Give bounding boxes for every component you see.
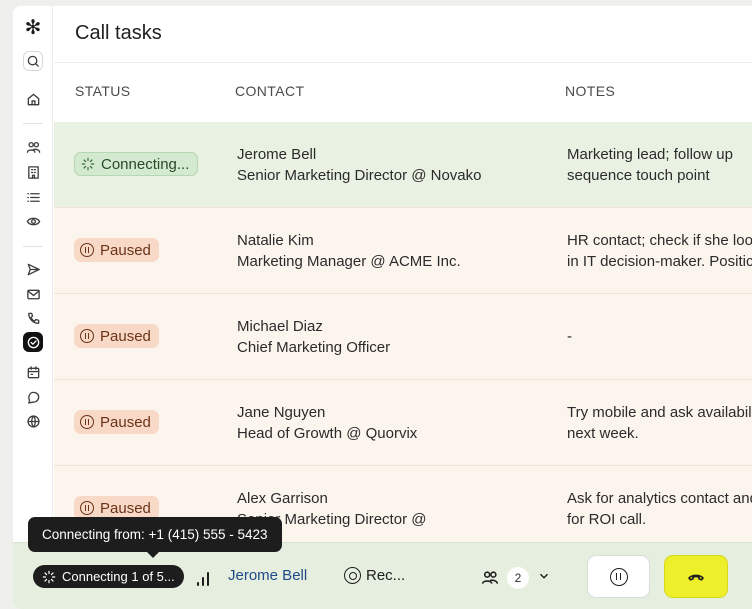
notes-line: Try mobile and ask availabilit <box>567 404 752 421</box>
notes-line: HR contact; check if she loo <box>567 232 752 249</box>
status-badge: Paused <box>74 410 159 434</box>
active-caller-name[interactable]: Jerome Bell <box>228 567 307 584</box>
status-label: Connecting... <box>101 155 190 173</box>
record-label: Rec... <box>366 567 406 584</box>
pause-call-button[interactable] <box>587 555 650 598</box>
contact-name[interactable]: Natalie Kim <box>237 230 461 251</box>
notes-cell: Ask for analytics contact and for ROI ca… <box>567 488 752 530</box>
contact-cell: Jerome Bell Senior Marketing Director @ … <box>237 144 481 186</box>
pause-icon <box>80 329 94 343</box>
pause-icon <box>80 415 94 429</box>
participants-icon <box>481 571 499 584</box>
status-label: Paused <box>100 413 151 431</box>
participants-dropdown[interactable]: 2 <box>481 567 551 589</box>
chevron-down-icon <box>537 569 551 588</box>
chat-icon[interactable] <box>21 386 45 408</box>
search-icon[interactable] <box>23 51 43 71</box>
globe-icon[interactable] <box>21 410 45 432</box>
calendar-icon[interactable] <box>21 361 45 383</box>
loading-spinner-icon <box>81 157 95 171</box>
mail-icon[interactable] <box>21 283 45 305</box>
pause-icon <box>80 243 94 257</box>
sidebar-divider <box>23 123 43 124</box>
table-row[interactable]: Connecting... Jerome Bell Senior Marketi… <box>54 122 752 208</box>
contact-title: Chief Marketing Officer <box>237 339 391 356</box>
column-header-status[interactable]: STATUS <box>75 83 131 99</box>
notes-line: next week. <box>567 425 639 442</box>
connecting-progress-chip[interactable]: Connecting 1 of 5... <box>33 565 184 588</box>
contact-name[interactable]: Alex Garrison <box>237 488 426 509</box>
notes-line: Ask for analytics contact and <box>567 490 752 507</box>
eye-icon[interactable] <box>21 210 45 232</box>
column-header-notes[interactable]: NOTES <box>565 83 615 99</box>
notes-cell: Marketing lead; follow up sequence touch… <box>567 144 752 186</box>
loading-spinner-icon <box>42 570 56 583</box>
notes-line: Marketing lead; follow up <box>567 146 733 163</box>
record-icon <box>344 567 361 584</box>
status-label: Paused <box>100 241 151 259</box>
contacts-icon[interactable] <box>21 136 45 158</box>
phone-icon[interactable] <box>21 307 45 329</box>
contact-name[interactable]: Jerome Bell <box>237 144 481 165</box>
status-label: Paused <box>100 327 151 345</box>
connecting-progress-label: Connecting 1 of 5... <box>62 569 175 584</box>
connecting-from-tooltip: Connecting from: +1 (415) 555 - 5423 <box>28 517 282 558</box>
contact-title: Marketing Manager @ ACME Inc. <box>237 253 461 270</box>
pause-icon <box>80 501 94 515</box>
app-window: ✻ Call tasks STATUS CONTACT NOTES Connec… <box>13 6 752 609</box>
list-icon[interactable] <box>21 186 45 208</box>
status-label: Paused <box>100 499 151 517</box>
notes-cell: - <box>567 326 752 347</box>
notes-cell: HR contact; check if she loo in IT decis… <box>567 230 752 272</box>
send-icon[interactable] <box>21 258 45 280</box>
notes-cell: Try mobile and ask availabilit next week… <box>567 402 752 444</box>
call-bar: Connecting 1 of 5... Jerome Bell Rec... … <box>13 542 752 609</box>
contact-cell: Natalie Kim Marketing Manager @ ACME Inc… <box>237 230 461 272</box>
table-row[interactable]: Paused Michael Diaz Chief Marketing Offi… <box>54 294 752 380</box>
contact-name[interactable]: Jane Nguyen <box>237 402 417 423</box>
logo-icon[interactable]: ✻ <box>23 18 43 38</box>
notes-line: in IT decision-maker. Positic <box>567 253 752 270</box>
status-badge: Paused <box>74 238 159 262</box>
column-header-contact[interactable]: CONTACT <box>235 83 304 99</box>
building-icon[interactable] <box>21 161 45 183</box>
table-row[interactable]: Paused Natalie Kim Marketing Manager @ A… <box>54 208 752 294</box>
hang-up-button[interactable] <box>664 555 728 598</box>
participants-count-badge: 2 <box>507 567 529 589</box>
contact-title: Head of Growth @ Quorvix <box>237 425 418 442</box>
notes-line: - <box>567 328 572 345</box>
signal-strength-icon <box>197 568 213 586</box>
contact-cell: Jane Nguyen Head of Growth @ Quorvix <box>237 402 417 444</box>
table-row[interactable]: Paused Jane Nguyen Head of Growth @ Quor… <box>54 380 752 466</box>
notes-line: for ROI call. <box>567 511 647 528</box>
contact-cell: Michael Diaz Chief Marketing Officer <box>237 316 390 358</box>
sidebar-divider <box>23 246 43 247</box>
notes-line: sequence touch point <box>567 167 710 184</box>
home-icon[interactable] <box>21 88 45 110</box>
contact-title: Senior Marketing Director @ Novako <box>237 167 482 184</box>
status-badge: Connecting... <box>74 152 199 176</box>
hang-up-phone-icon <box>687 574 705 581</box>
tasks-check-icon[interactable] <box>23 332 43 352</box>
page-title: Call tasks <box>75 22 162 44</box>
record-button[interactable]: Rec... <box>344 567 405 584</box>
header-divider <box>54 62 752 63</box>
status-badge: Paused <box>74 324 159 348</box>
contact-name[interactable]: Michael Diaz <box>237 316 390 337</box>
pause-icon <box>609 567 628 586</box>
